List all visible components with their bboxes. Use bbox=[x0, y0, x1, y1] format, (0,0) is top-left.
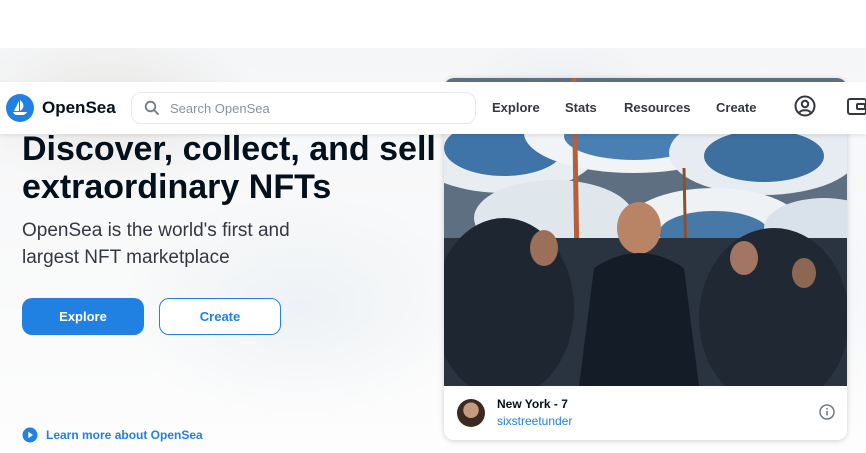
logo[interactable]: OpenSea bbox=[6, 94, 116, 122]
search-bar[interactable] bbox=[131, 92, 476, 124]
create-button[interactable]: Create bbox=[159, 298, 281, 335]
learn-more-link[interactable]: Learn more about OpenSea bbox=[22, 427, 203, 443]
search-input[interactable] bbox=[168, 99, 462, 117]
nav-stats[interactable]: Stats bbox=[565, 100, 597, 115]
wallet-icon[interactable] bbox=[846, 95, 866, 117]
hero-headline: Discover, collect, and sell extraordinar… bbox=[22, 130, 436, 206]
learn-more-text: Learn more about OpenSea bbox=[46, 428, 203, 442]
explore-button[interactable]: Explore bbox=[22, 298, 144, 335]
nft-title[interactable]: New York - 7 bbox=[497, 397, 568, 411]
top-blank-area bbox=[0, 0, 866, 48]
search-icon bbox=[144, 100, 159, 115]
brand-name: OpenSea bbox=[42, 98, 116, 117]
account-icon[interactable] bbox=[794, 95, 816, 117]
creator-avatar[interactable] bbox=[457, 399, 485, 427]
play-circle-icon bbox=[22, 427, 38, 443]
opensea-logo-icon bbox=[6, 94, 34, 122]
creator-link[interactable]: sixstreetunder bbox=[497, 414, 572, 428]
nav-create[interactable]: Create bbox=[716, 100, 756, 115]
card-footer: New York - 7 sixstreetunder bbox=[444, 386, 847, 440]
nav-explore[interactable]: Explore bbox=[492, 100, 540, 115]
hero-subline: OpenSea is the world's first and largest… bbox=[22, 220, 290, 268]
nav-resources[interactable]: Resources bbox=[624, 100, 690, 115]
info-icon[interactable] bbox=[819, 404, 835, 420]
navbar: OpenSea Explore Stats Resources Create bbox=[0, 82, 866, 134]
